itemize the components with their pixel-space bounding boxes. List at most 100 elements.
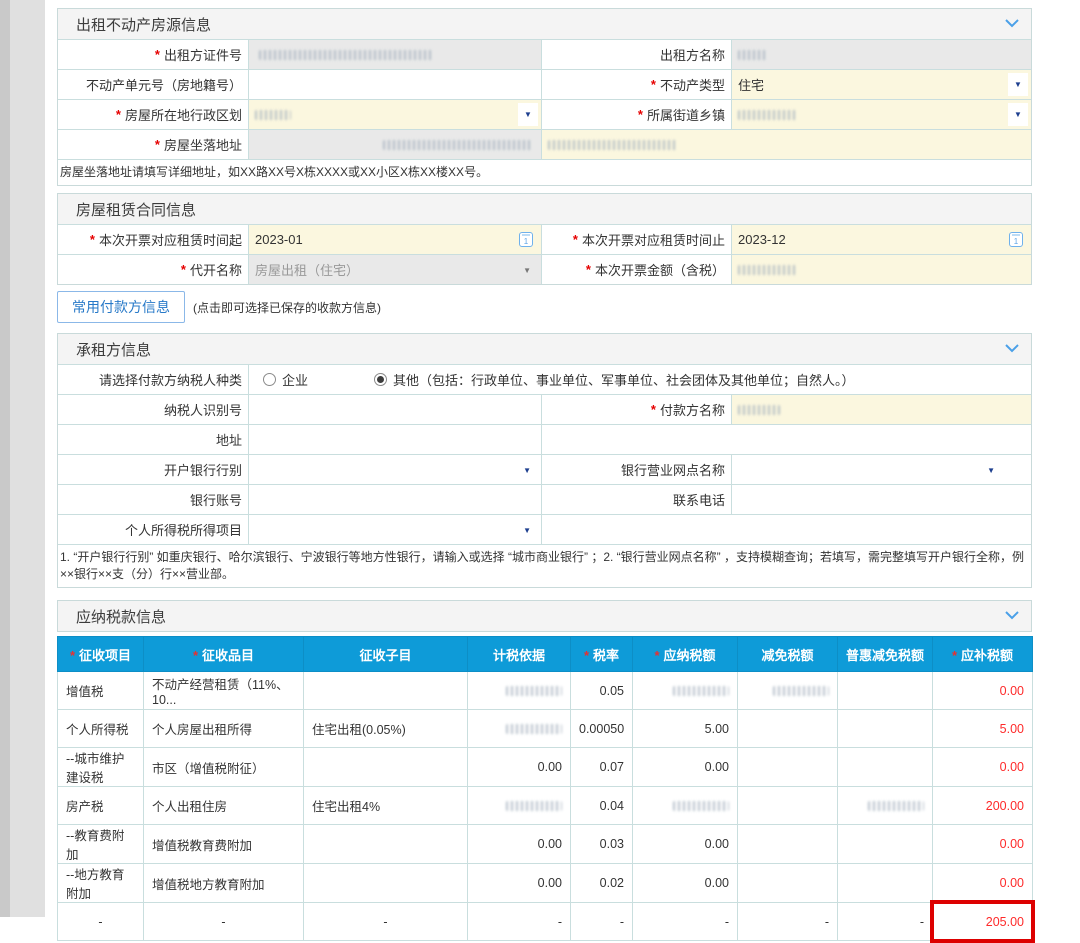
- tax-table-cell: -: [304, 903, 468, 941]
- calendar-icon[interactable]: [519, 232, 533, 247]
- masked-value: [506, 686, 562, 696]
- tax-table-cell: 不动产经营租赁（11%、10...: [144, 672, 304, 710]
- invoice-name-select: 房屋出租（住宅）: [248, 255, 541, 284]
- tax-table-cell: [304, 825, 468, 864]
- dropdown-arrow-icon[interactable]: [523, 469, 531, 471]
- tax-table-cell: 房产税: [58, 787, 144, 825]
- row-bank-account: 银行账号 联系电话: [58, 484, 1031, 514]
- label-lessor-name: 出租方名称: [541, 40, 731, 69]
- tax-table-cell: --城市维护建设税: [58, 748, 144, 787]
- payer-name-field[interactable]: [731, 395, 1031, 424]
- label-taxpayer-type: 请选择付款方纳税人种类: [58, 365, 248, 394]
- bank-account-field[interactable]: [248, 485, 541, 514]
- phone-field[interactable]: [731, 485, 1031, 514]
- masked-value: [506, 801, 562, 811]
- saved-payer-hint: (点击即可选择已保存的收款方信息): [193, 299, 381, 316]
- dropdown-arrow-icon[interactable]: [518, 103, 538, 126]
- tax-header-cell: *应纳税额: [633, 637, 738, 672]
- bank-type-select[interactable]: [248, 455, 541, 484]
- row-district-street: *房屋所在地行政区划 *所属街道乡镇: [58, 99, 1031, 129]
- dropdown-arrow-icon[interactable]: [1008, 103, 1028, 126]
- invoice-amount-field[interactable]: [731, 255, 1031, 284]
- tax-table-cell: [838, 710, 933, 748]
- period-end-field[interactable]: 2023-12: [731, 225, 1031, 254]
- tax-table-cell: -: [58, 903, 144, 941]
- dropdown-arrow-icon[interactable]: [1008, 73, 1028, 96]
- unit-no-field[interactable]: [248, 70, 541, 99]
- bank-branch-select[interactable]: [731, 455, 1031, 484]
- section-tax-info: 应纳税款信息: [57, 600, 1032, 632]
- tax-table-cell: [738, 710, 838, 748]
- taxpayer-id-field[interactable]: [248, 395, 541, 424]
- tax-header-cell: *税率: [571, 637, 633, 672]
- property-type-select[interactable]: 住宅: [731, 70, 1031, 99]
- section-lease-contract: 房屋租赁合同信息 *本次开票对应租赁时间起 2023-01 *本次开票对应租赁时…: [57, 193, 1032, 285]
- period-start-field[interactable]: 2023-01: [248, 225, 541, 254]
- label-tenant-address: 地址: [58, 425, 248, 454]
- calendar-icon[interactable]: [1009, 232, 1023, 247]
- tax-table-cell: 5.00: [933, 710, 1033, 748]
- required-asterisk: *: [181, 262, 186, 277]
- required-asterisk: *: [70, 648, 75, 663]
- tax-header-cell: 普惠减免税额: [838, 637, 933, 672]
- tax-table-cell: 0.04: [571, 787, 633, 825]
- section-title: 出租不动产房源信息: [58, 14, 211, 35]
- label-taxpayer-id: 纳税人识别号: [58, 395, 248, 424]
- tax-table-cell: [738, 864, 838, 903]
- row-address: *房屋坐落地址: [58, 129, 1031, 159]
- label-phone: 联系电话: [541, 485, 731, 514]
- masked-value: [738, 50, 768, 60]
- radio-enterprise-label: 企业: [282, 370, 308, 389]
- district-select[interactable]: [248, 100, 541, 129]
- tax-table-cell: 0.00: [633, 748, 738, 787]
- required-asterisk: *: [116, 107, 121, 122]
- label-street: *所属街道乡镇: [541, 100, 731, 129]
- tax-table-cell: 0.00: [633, 825, 738, 864]
- tax-table-cell: [838, 672, 933, 710]
- row-taxpayer-type: 请选择付款方纳税人种类 企业 其他（包括：行政单位、事业单位、军事单位、社会团体…: [58, 364, 1031, 394]
- tax-table-cell: 0.00: [933, 672, 1033, 710]
- label-property-type: *不动产类型: [541, 70, 731, 99]
- tenant-address-field[interactable]: [248, 425, 541, 454]
- required-asterisk: *: [638, 107, 643, 122]
- label-invoice-name: *代开名称: [58, 255, 248, 284]
- tax-table-cell: -: [633, 903, 738, 941]
- required-asterisk: *: [584, 648, 589, 663]
- tax-table-row: 房产税个人出租住房住宅出租4% 0.04 200.00: [58, 787, 1033, 825]
- tax-table-cell: [468, 710, 571, 748]
- masked-value: [255, 110, 291, 120]
- required-asterisk: *: [586, 262, 591, 277]
- label-payer-name: *付款方名称: [541, 395, 731, 424]
- collapse-chevron-icon[interactable]: [1005, 611, 1019, 620]
- section-property-info: 出租不动产房源信息 *出租方证件号 出租方名称 不动产单元号（房地籍号） *不动…: [57, 8, 1032, 186]
- tax-table-cell: -: [144, 903, 304, 941]
- collapse-chevron-icon[interactable]: [1005, 344, 1019, 353]
- required-asterisk: *: [952, 648, 957, 663]
- tax-table-cell: 0.00: [933, 748, 1033, 787]
- radio-other[interactable]: [374, 373, 387, 386]
- tax-table-cell: 5.00: [633, 710, 738, 748]
- tax-table-cell: -: [738, 903, 838, 941]
- tax-header-cell: 减免税额: [738, 637, 838, 672]
- address-hint-note: 房屋坐落地址请填写详细地址，如XX路XX号X栋XXXX或XX小区X栋XX楼XX号…: [58, 159, 1031, 185]
- dropdown-arrow-icon: [523, 269, 531, 271]
- masked-value: [383, 140, 533, 150]
- masked-value: [548, 140, 678, 150]
- radio-enterprise[interactable]: [263, 373, 276, 386]
- street-select[interactable]: [731, 100, 1031, 129]
- tax-table-cell: 住宅出租4%: [304, 787, 468, 825]
- tax-table-cell: [304, 864, 468, 903]
- row-invoice: *代开名称 房屋出租（住宅） *本次开票金额（含税）: [58, 254, 1031, 284]
- dropdown-arrow-icon[interactable]: [987, 469, 995, 471]
- collapse-chevron-icon[interactable]: [1005, 19, 1019, 28]
- address-prefix-field: [248, 130, 541, 159]
- tax-table-cell: 200.00: [933, 787, 1033, 825]
- highlighted-total-cell: 205.00: [933, 903, 1033, 941]
- income-item-select[interactable]: [248, 515, 541, 544]
- saved-payer-button[interactable]: 常用付款方信息: [57, 291, 185, 323]
- lessor-name-field: [731, 40, 1031, 69]
- dropdown-arrow-icon[interactable]: [523, 529, 531, 531]
- tax-table-cell: 个人出租住房: [144, 787, 304, 825]
- address-field[interactable]: [541, 130, 1031, 159]
- tax-table-cell: -: [468, 903, 571, 941]
